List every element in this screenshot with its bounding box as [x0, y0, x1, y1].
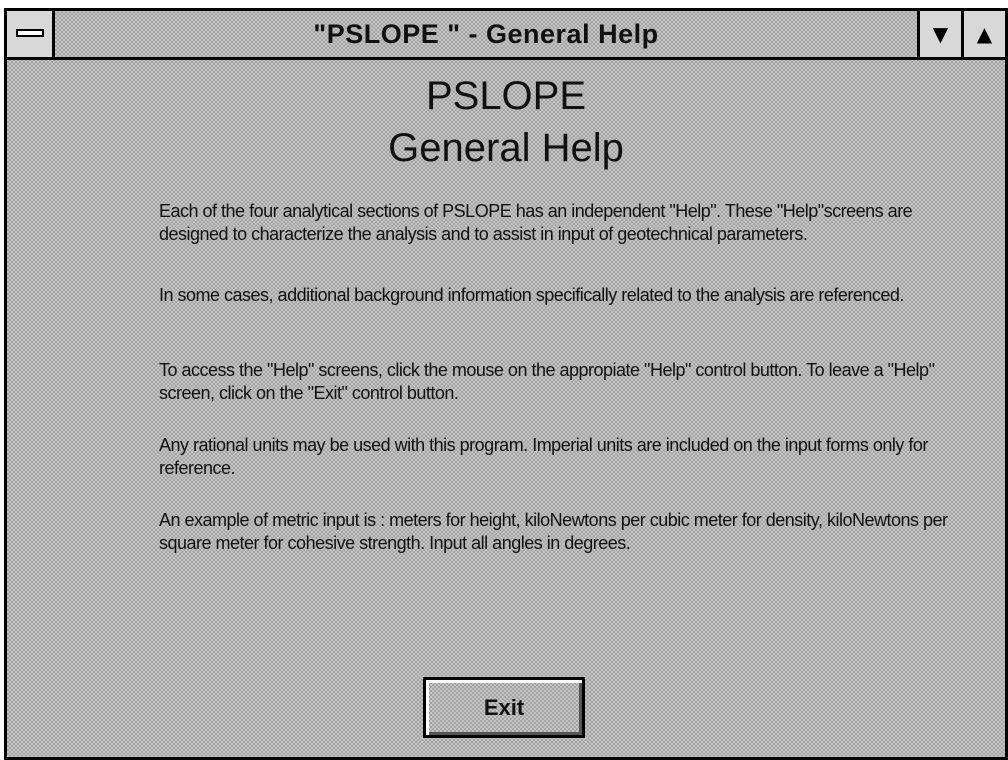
- system-menu-button[interactable]: [7, 11, 55, 57]
- maximize-arrow-icon: ▲: [976, 22, 993, 46]
- help-paragraph: An example of metric input is : meters f…: [159, 510, 948, 553]
- heading-program-name: PSLOPE: [425, 74, 587, 118]
- window-title: "PSLOPE " - General Help: [313, 19, 659, 49]
- help-content: PSLOPE General Help Each of the four ana…: [7, 60, 1005, 757]
- minimize-arrow-icon: ▼: [932, 22, 949, 46]
- help-paragraph: In some cases, additional background inf…: [159, 285, 904, 305]
- minimize-button[interactable]: ▼: [917, 11, 961, 57]
- help-window: "PSLOPE " - General Help ▼ ▲ PSLOPE Gene…: [4, 8, 1008, 760]
- help-paragraph: To access the "Help" screens, click the …: [159, 360, 935, 403]
- help-paragraph: Any rational units may be used with this…: [159, 435, 928, 478]
- exit-button[interactable]: Exit: [423, 677, 585, 738]
- title-bar[interactable]: "PSLOPE " - General Help ▼ ▲: [7, 11, 1005, 60]
- system-menu-icon: [16, 29, 44, 37]
- maximize-button[interactable]: ▲: [961, 11, 1005, 57]
- help-paragraph: Each of the four analytical sections of …: [159, 201, 913, 244]
- heading-general-help: General Help: [388, 126, 624, 170]
